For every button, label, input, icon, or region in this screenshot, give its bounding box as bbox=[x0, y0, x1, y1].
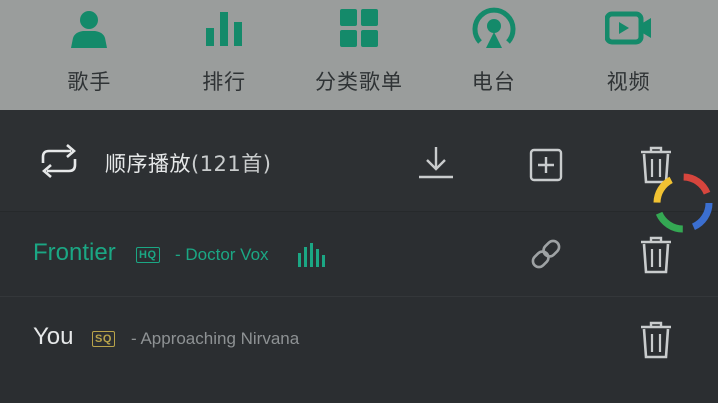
song-artist: - Doctor Vox bbox=[175, 245, 269, 264]
playlist-sheet: 顺序播放(121首) Frontier HQ - Doctor Vox You … bbox=[0, 110, 718, 403]
nav-item-chart[interactable]: 排行 bbox=[169, 0, 279, 110]
share-link-icon[interactable] bbox=[526, 234, 566, 274]
delete-song-trash-icon[interactable] bbox=[636, 319, 676, 361]
singer-icon bbox=[65, 4, 113, 52]
radio-icon bbox=[470, 4, 518, 52]
add-to-playlist-icon[interactable] bbox=[526, 146, 566, 184]
download-icon[interactable] bbox=[414, 144, 458, 184]
video-icon bbox=[604, 4, 653, 52]
now-playing-equalizer-icon bbox=[296, 242, 326, 268]
play-mode-label[interactable]: 顺序播放(121首) bbox=[105, 148, 271, 178]
nav-label-chart: 排行 bbox=[202, 70, 247, 94]
top-nav: 歌手 排行 分类歌单 电台 视频 bbox=[0, 0, 718, 110]
song-count: (121首) bbox=[191, 152, 272, 176]
chart-icon bbox=[200, 4, 248, 52]
nav-item-video[interactable]: 视频 bbox=[574, 0, 684, 110]
category-icon bbox=[335, 4, 383, 52]
playlist-header: 顺序播放(121首) bbox=[0, 110, 718, 212]
playlist-item[interactable]: Frontier HQ - Doctor Vox bbox=[0, 212, 718, 297]
song-artist: - Approaching Nirvana bbox=[131, 329, 300, 348]
song-title: You bbox=[33, 323, 74, 350]
play-mode-text: 顺序播放 bbox=[105, 152, 191, 176]
nav-label-radio: 电台 bbox=[471, 70, 516, 94]
nav-label-video: 视频 bbox=[606, 70, 651, 94]
app-root: 歌手 排行 分类歌单 电台 视频 顺序播放(121首) Frontier HQ … bbox=[0, 0, 718, 403]
nav-item-radio[interactable]: 电台 bbox=[439, 0, 549, 110]
song-title: Frontier bbox=[33, 239, 116, 266]
nav-item-singer[interactable]: 歌手 bbox=[34, 0, 144, 110]
loading-spinner-icon bbox=[650, 170, 716, 236]
delete-song-trash-icon[interactable] bbox=[636, 234, 676, 276]
nav-label-singer: 歌手 bbox=[67, 70, 112, 94]
nav-label-category: 分类歌单 bbox=[314, 70, 403, 94]
loop-mode-icon[interactable] bbox=[36, 140, 82, 182]
playlist-item[interactable]: You SQ - Approaching Nirvana bbox=[0, 297, 718, 382]
sq-badge: SQ bbox=[92, 331, 115, 347]
nav-item-category[interactable]: 分类歌单 bbox=[304, 0, 414, 110]
hq-badge: HQ bbox=[136, 247, 160, 263]
